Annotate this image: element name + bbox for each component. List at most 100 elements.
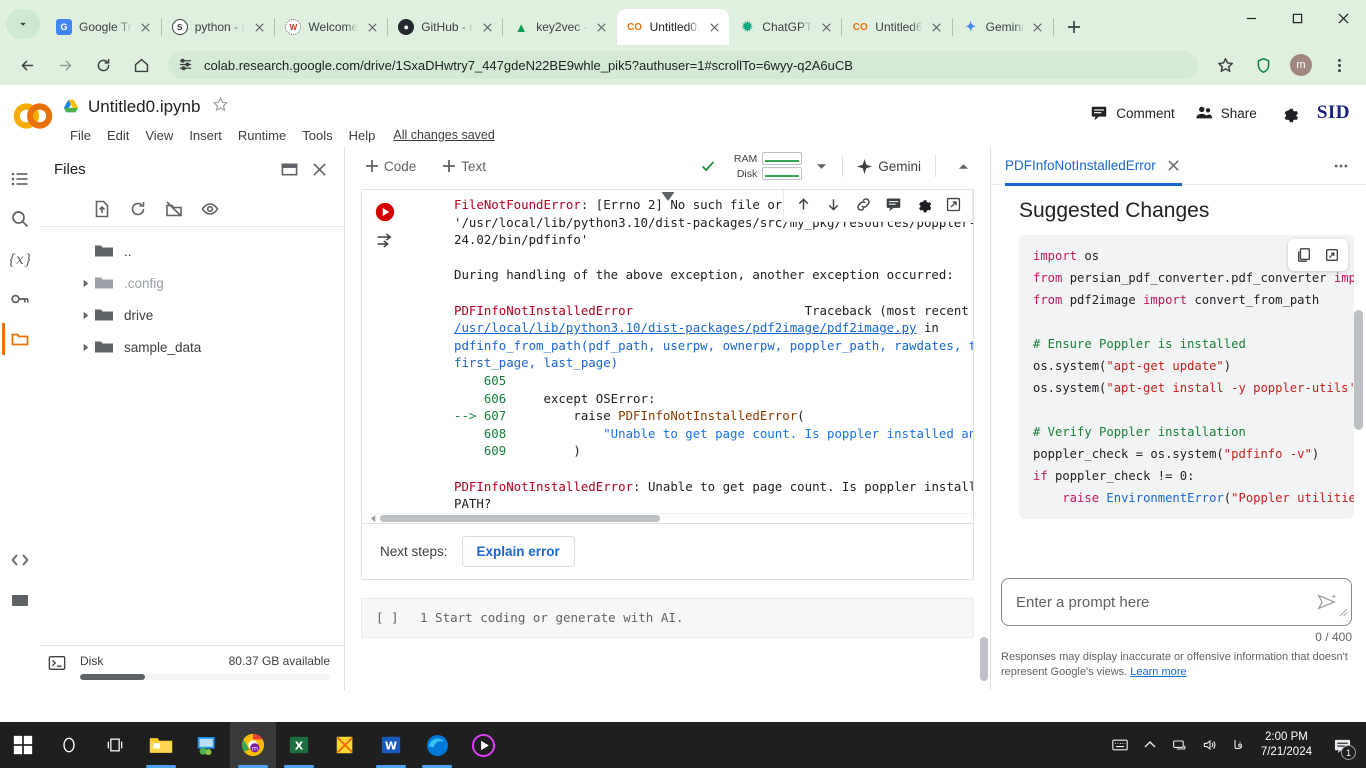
add-comment-button[interactable] [878,190,908,220]
chevron-right-icon[interactable] [76,343,94,352]
menu-edit[interactable]: Edit [99,128,137,143]
browser-tab-github[interactable]: ● GitHub - r [388,9,502,45]
chrome-menu-button[interactable] [1324,50,1354,80]
notebook-vertical-scrollbar[interactable] [980,637,988,681]
prompt-input-container[interactable]: Enter a prompt here [1001,578,1352,626]
sidebar-item-table-of-contents[interactable] [2,159,38,199]
copy-code-button[interactable] [1290,241,1318,269]
close-tab-icon[interactable] [593,18,611,36]
new-tab-button[interactable] [1060,13,1088,41]
extension-shield-button[interactable] [1248,50,1278,80]
cortana-search-button[interactable] [46,722,92,768]
menu-runtime[interactable]: Runtime [230,128,294,143]
menu-insert[interactable]: Insert [181,128,230,143]
menu-help[interactable]: Help [341,128,384,143]
clock[interactable]: 2:00 PM 7/21/2024 [1251,730,1322,760]
notebook-scroll-area[interactable]: FileNotFoundError: [Errno 2] No such fil… [345,185,990,690]
user-avatar[interactable]: SID [1317,102,1350,124]
send-prompt-button[interactable] [1313,588,1341,616]
browser-tab-key2vec[interactable]: ▲ key2vec - [503,9,616,45]
insert-code-button[interactable] [1318,241,1346,269]
assistant-content[interactable]: Suggested Changes import os from persian… [991,185,1366,578]
scroll-left-arrow-icon[interactable] [368,513,378,523]
microsoft-excel-button[interactable]: X [276,722,322,768]
sidebar-item-terminal[interactable] [2,580,38,620]
sticky-notes-button[interactable] [322,722,368,768]
file-tree-row-parent[interactable]: .. [40,235,344,267]
close-tab-icon[interactable] [928,18,946,36]
browser-tab-python[interactable]: S python - ( [162,9,275,45]
assistant-vertical-scrollbar[interactable] [1354,310,1363,430]
close-tab-icon[interactable] [1029,18,1047,36]
share-button[interactable]: Share [1185,98,1267,128]
touch-keyboard-button[interactable] [1105,737,1135,753]
google-chrome-button[interactable]: m [230,722,276,768]
sidebar-item-files[interactable] [2,319,38,359]
microsoft-edge-button[interactable] [414,722,460,768]
media-player-button[interactable] [460,722,506,768]
close-tab-icon[interactable] [705,18,723,36]
comment-button[interactable]: Comment [1080,98,1185,128]
toggle-hidden-files-button[interactable] [192,193,228,225]
save-status[interactable]: All changes saved [393,128,494,142]
refresh-button[interactable] [120,193,156,225]
chevron-right-icon[interactable] [76,279,94,288]
close-tab-icon[interactable] [137,18,155,36]
file-explorer-button[interactable] [138,722,184,768]
output-horizontal-scrollbar[interactable] [362,512,973,523]
bookmark-star-button[interactable] [1210,50,1240,80]
file-tree-row-sample-data[interactable]: sample_data [40,331,344,363]
terminal-icon[interactable] [48,654,66,677]
empty-code-cell[interactable]: [ ] 1 Start coding or generate with AI. [361,597,974,638]
volume-button[interactable] [1195,737,1225,753]
star-icon[interactable] [212,96,229,118]
profile-avatar-button[interactable]: m [1286,50,1316,80]
language-indicator[interactable]: فا [1225,738,1250,752]
browser-tab-untitled0[interactable]: CO Untitled0. [616,9,730,45]
close-tab-icon[interactable] [363,18,381,36]
sidebar-item-variables[interactable]: {x} [2,239,38,279]
remote-desktop-button[interactable] [184,722,230,768]
back-button[interactable] [12,50,42,80]
upload-file-button[interactable] [84,193,120,225]
cell-output-options-icon[interactable] [370,226,400,254]
file-tree-row-drive[interactable]: drive [40,299,344,331]
gemini-button[interactable]: Gemini [851,156,927,177]
open-output-in-tab-button[interactable] [938,190,968,220]
menu-tools[interactable]: Tools [294,128,340,143]
settings-button[interactable] [1273,96,1307,130]
colab-logo-icon[interactable] [10,93,56,139]
sidebar-item-search[interactable] [2,199,38,239]
copy-cell-link-button[interactable] [848,190,878,220]
site-settings-icon[interactable] [178,57,194,73]
move-cell-down-button[interactable] [818,190,848,220]
tab-list-dropdown-button[interactable] [6,9,40,39]
assistant-tab[interactable]: PDFInfoNotInstalledError [1005,147,1182,186]
mount-drive-button[interactable] [156,193,192,225]
minimize-button[interactable] [1228,2,1274,34]
microsoft-word-button[interactable]: W [368,722,414,768]
detach-panel-button[interactable] [274,154,304,184]
close-window-button[interactable] [1320,2,1366,34]
maximize-button[interactable] [1274,2,1320,34]
browser-tab-chatgpt[interactable]: ✹ ChatGPT [729,9,841,45]
close-tab-icon[interactable] [817,18,835,36]
start-button[interactable] [0,722,46,768]
browser-tab-gemini[interactable]: ✦ Gemini [953,9,1053,45]
learn-more-link[interactable]: Learn more [1130,666,1186,678]
notification-center-button[interactable]: 1 [1322,722,1362,768]
browser-tab-welcome[interactable]: W Welcome [275,9,387,45]
task-view-button[interactable] [92,722,138,768]
browser-tab-google-translate[interactable]: G Google Tr [46,9,161,45]
explain-error-button[interactable]: Explain error [461,535,575,567]
move-cell-up-button[interactable] [788,190,818,220]
reload-button[interactable] [88,50,118,80]
close-assistant-tab-icon[interactable] [1166,158,1182,174]
close-tab-icon[interactable] [250,18,268,36]
menu-view[interactable]: View [137,128,181,143]
menu-file[interactable]: File [62,128,99,143]
forward-button[interactable] [50,50,80,80]
collapse-toolbar-button[interactable] [950,153,976,179]
add-text-cell-button[interactable]: Text [436,155,492,178]
browser-tab-untitled6[interactable]: CO Untitled6 [842,9,951,45]
